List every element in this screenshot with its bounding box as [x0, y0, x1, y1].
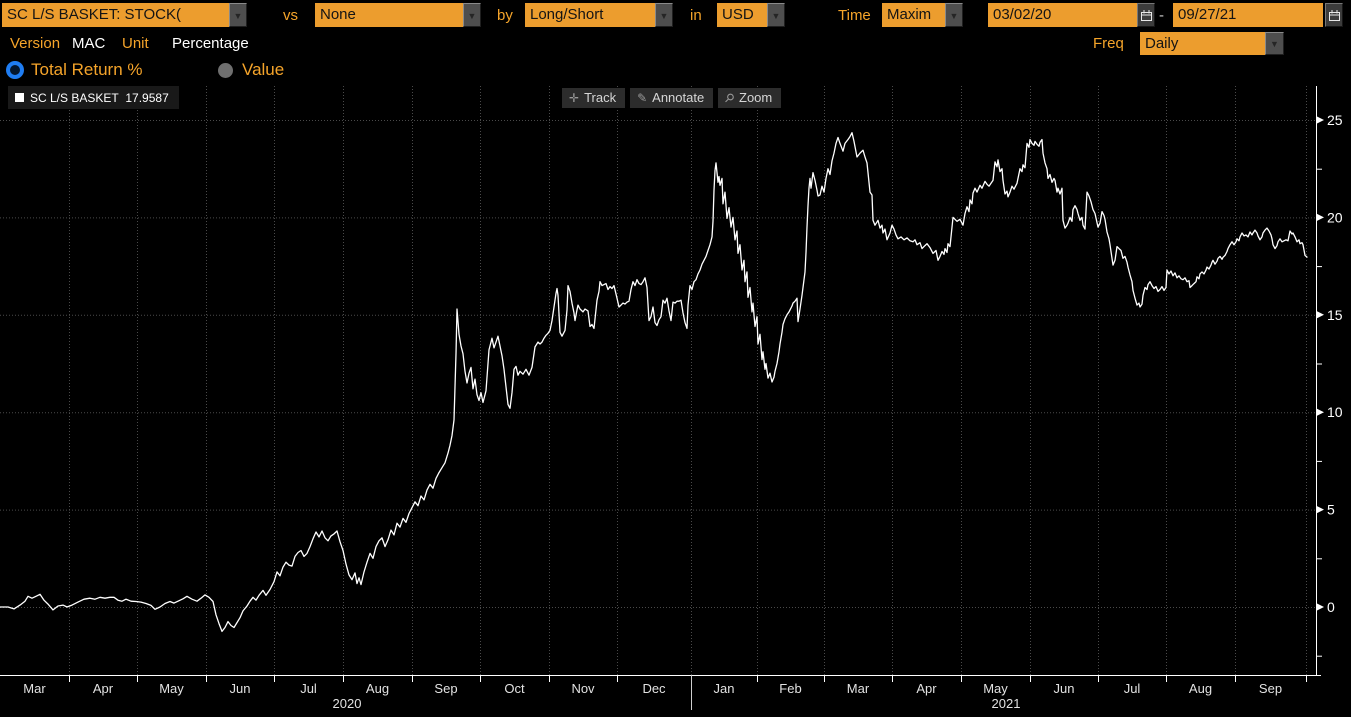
- by-dropdown-arrow-icon[interactable]: ▼: [655, 3, 673, 27]
- y-tick-label: 15: [1327, 307, 1343, 323]
- vs-select[interactable]: None: [315, 3, 463, 27]
- zoom-button-label: Zoom: [739, 90, 772, 105]
- month-label: Jul: [1124, 681, 1141, 696]
- security-dropdown-arrow-icon[interactable]: ▼: [229, 3, 247, 27]
- legend-last-value: 17.9587: [125, 91, 168, 105]
- date-range-separator: -: [1159, 7, 1164, 24]
- month-label: May: [159, 681, 184, 696]
- y-tick-label: 10: [1327, 404, 1343, 420]
- track-button-label: Track: [584, 90, 616, 105]
- crosshair-icon: ✛: [569, 91, 579, 105]
- time-label: Time: [838, 7, 871, 24]
- currency-select[interactable]: USD: [717, 3, 767, 27]
- chart-area[interactable]: Mar Apr May Jun Jul Aug Sep Oct Nov Dec Jan Feb Mar A…: [0, 84, 1351, 712]
- version-label: Version: [10, 35, 60, 52]
- pencil-icon: ✎: [637, 91, 647, 105]
- y-tick-label: 5: [1327, 502, 1335, 518]
- month-label: Aug: [1189, 681, 1212, 696]
- currency-dropdown-arrow-icon[interactable]: ▼: [767, 3, 785, 27]
- y-tick-arrow-icon: [1316, 506, 1324, 514]
- price-line: [0, 133, 1307, 632]
- header-toolbar: SC L/S BASKET: STOCK( ▼ vs None ▼ by Lon…: [0, 0, 1351, 84]
- start-date-input[interactable]: 03/02/20: [988, 3, 1137, 27]
- security-field[interactable]: SC L/S BASKET: STOCK(: [2, 3, 229, 27]
- zoom-button[interactable]: ⚲ Zoom: [718, 88, 781, 108]
- year-label: 2021: [992, 696, 1021, 711]
- value-radio[interactable]: [218, 63, 233, 78]
- value-radio-label[interactable]: Value: [242, 60, 284, 80]
- month-label: Sep: [1259, 681, 1282, 696]
- y-tick-label: 25: [1327, 112, 1343, 128]
- unit-value: Percentage: [172, 35, 249, 52]
- month-label: Jun: [1054, 681, 1075, 696]
- series-swatch-icon: [15, 93, 24, 102]
- month-label: Sep: [434, 681, 457, 696]
- annotate-button-label: Annotate: [652, 90, 704, 105]
- y-tick-arrow-icon: [1316, 116, 1324, 124]
- month-label: Jun: [230, 681, 251, 696]
- vs-label: vs: [283, 7, 298, 24]
- year-label: 2020: [333, 696, 362, 711]
- track-button[interactable]: ✛ Track: [562, 88, 625, 108]
- total-return-radio[interactable]: [6, 61, 24, 79]
- month-label: May: [983, 681, 1008, 696]
- calendar-icon: [1140, 9, 1153, 22]
- annotate-button[interactable]: ✎ Annotate: [630, 88, 713, 108]
- y-tick-arrow-icon: [1316, 311, 1324, 319]
- end-date-calendar-button[interactable]: [1325, 3, 1343, 27]
- version-value: MAC: [72, 35, 105, 52]
- month-label: Apr: [916, 681, 937, 696]
- legend-series-name: SC L/S BASKET: [30, 91, 119, 105]
- in-label: in: [690, 7, 702, 24]
- by-label: by: [497, 7, 513, 24]
- freq-select[interactable]: Daily: [1140, 32, 1265, 55]
- month-label: Mar: [847, 681, 870, 696]
- month-label: Nov: [571, 681, 595, 696]
- freq-label: Freq: [1093, 35, 1124, 52]
- y-tick-arrow-icon: [1316, 603, 1324, 611]
- time-dropdown-arrow-icon[interactable]: ▼: [945, 3, 963, 27]
- start-date-calendar-button[interactable]: [1137, 3, 1155, 27]
- vs-dropdown-arrow-icon[interactable]: ▼: [463, 3, 481, 27]
- unit-label: Unit: [122, 35, 149, 52]
- month-label: Jul: [300, 681, 317, 696]
- month-label: Feb: [779, 681, 801, 696]
- month-label: Apr: [93, 681, 114, 696]
- month-label: Oct: [504, 681, 525, 696]
- chart-tools: ✛ Track ✎ Annotate ⚲ Zoom: [562, 88, 781, 108]
- y-tick-label: 0: [1327, 599, 1335, 615]
- month-label: Dec: [642, 681, 666, 696]
- month-label: Aug: [366, 681, 389, 696]
- magnifier-icon: ⚲: [722, 89, 738, 105]
- y-tick-label: 20: [1327, 209, 1343, 225]
- end-date-input[interactable]: 09/27/21: [1173, 3, 1323, 27]
- month-label: Mar: [23, 681, 46, 696]
- by-select[interactable]: Long/Short: [525, 3, 655, 27]
- time-range-select[interactable]: Maxim: [882, 3, 945, 27]
- month-label: Jan: [714, 681, 735, 696]
- price-chart-canvas[interactable]: Mar Apr May Jun Jul Aug Sep Oct Nov Dec Jan Feb Mar A…: [0, 84, 1351, 712]
- y-tick-arrow-icon: [1316, 213, 1324, 221]
- calendar-icon: [1328, 9, 1341, 22]
- y-tick-arrow-icon: [1316, 408, 1324, 416]
- total-return-radio-label[interactable]: Total Return %: [31, 60, 143, 80]
- freq-dropdown-arrow-icon[interactable]: ▼: [1265, 32, 1284, 55]
- chart-legend: SC L/S BASKET 17.9587: [8, 86, 179, 109]
